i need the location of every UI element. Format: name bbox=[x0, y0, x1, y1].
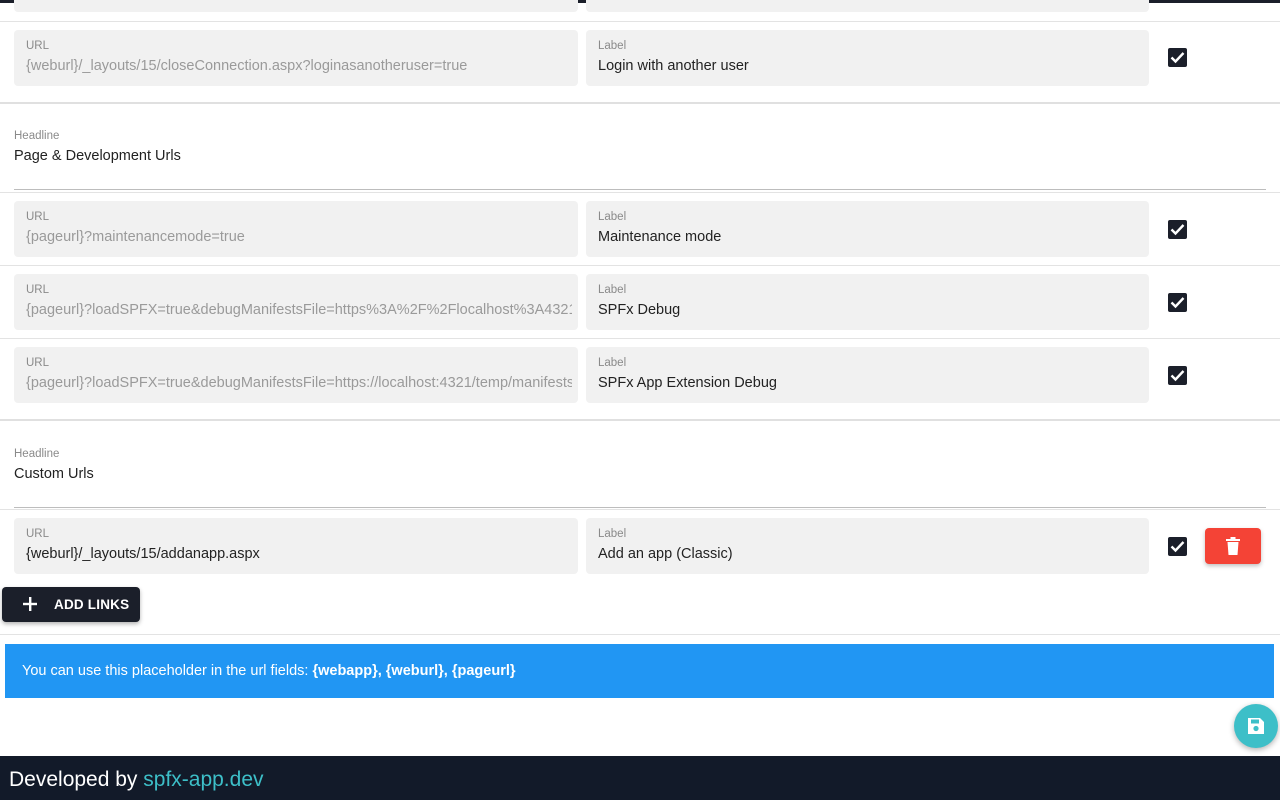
enabled-checkbox[interactable] bbox=[1168, 537, 1187, 556]
label-field-label: Label bbox=[598, 357, 627, 369]
url-field[interactable]: URL {pageurl}?maintenancemode=true bbox=[14, 201, 578, 257]
partial-label-field bbox=[586, 0, 1149, 12]
footer-link[interactable]: spfx-app.dev bbox=[143, 768, 263, 791]
section-divider bbox=[0, 419, 1280, 421]
footer-prefix: Developed by bbox=[9, 768, 144, 791]
label-field[interactable]: Label Maintenance mode bbox=[586, 201, 1149, 257]
url-field-value[interactable]: {pageurl}?loadSPFX=true&debugManifestsFi… bbox=[26, 375, 572, 391]
url-field-value[interactable]: {weburl}/_layouts/15/addanapp.aspx bbox=[26, 546, 572, 562]
footer-text: Developed by spfx-app.dev bbox=[9, 768, 264, 792]
url-field-label: URL bbox=[26, 40, 50, 52]
headline-field-label: Headline bbox=[14, 448, 60, 460]
checkbox-checked-icon bbox=[1170, 297, 1185, 309]
url-field-value[interactable]: {pageurl}?loadSPFX=true&debugManifestsFi… bbox=[26, 302, 572, 318]
enabled-checkbox[interactable] bbox=[1168, 293, 1187, 312]
label-field[interactable]: Label SPFx Debug bbox=[586, 274, 1149, 330]
label-field-value[interactable]: Login with another user bbox=[598, 58, 1143, 74]
plus-icon bbox=[23, 597, 37, 611]
section-divider bbox=[0, 102, 1280, 104]
headline-field-value[interactable]: Page & Development Urls bbox=[14, 148, 181, 164]
row-divider bbox=[0, 338, 1280, 339]
url-field[interactable]: URL {weburl}/_layouts/15/closeConnection… bbox=[14, 30, 578, 86]
footer: Developed by spfx-app.dev bbox=[0, 756, 1280, 800]
row-divider bbox=[0, 192, 1280, 193]
checkbox-checked-icon bbox=[1170, 224, 1185, 236]
label-field-label: Label bbox=[598, 40, 627, 52]
headline-field[interactable]: Headline Custom Urls bbox=[14, 448, 1266, 508]
label-field-value[interactable]: SPFx Debug bbox=[598, 302, 1143, 318]
url-field[interactable]: URL {pageurl}?loadSPFX=true&debugManifes… bbox=[14, 274, 578, 330]
info-placeholders: {webapp}, {weburl}, {pageurl} bbox=[312, 663, 516, 679]
enabled-checkbox[interactable] bbox=[1168, 48, 1187, 67]
add-links-label: ADD LINKS bbox=[54, 597, 130, 612]
url-field-label: URL bbox=[26, 528, 50, 540]
checkbox-checked-icon bbox=[1170, 541, 1185, 553]
headline-field[interactable]: Headline Page & Development Urls bbox=[14, 130, 1266, 190]
row-divider bbox=[0, 634, 1280, 635]
url-field[interactable]: URL {pageurl}?loadSPFX=true&debugManifes… bbox=[14, 347, 578, 403]
label-field-label: Label bbox=[598, 284, 627, 296]
info-text: You can use this placeholder in the url … bbox=[22, 663, 516, 679]
label-field-label: Label bbox=[598, 528, 627, 540]
partial-url-field bbox=[14, 0, 578, 12]
placeholder-info-banner: You can use this placeholder in the url … bbox=[5, 644, 1274, 698]
add-links-button[interactable]: ADD LINKS bbox=[2, 587, 140, 622]
label-field-label: Label bbox=[598, 211, 627, 223]
enabled-checkbox[interactable] bbox=[1168, 220, 1187, 239]
label-field-value[interactable]: Maintenance mode bbox=[598, 229, 1143, 245]
url-field-label: URL bbox=[26, 357, 50, 369]
trash-icon bbox=[1226, 537, 1240, 555]
label-field[interactable]: Label Add an app (Classic) bbox=[586, 518, 1149, 574]
label-field[interactable]: Label Login with another user bbox=[586, 30, 1149, 86]
headline-field-value[interactable]: Custom Urls bbox=[14, 466, 94, 482]
checkbox-checked-icon bbox=[1170, 370, 1185, 382]
row-divider bbox=[0, 509, 1280, 510]
url-field-label: URL bbox=[26, 284, 50, 296]
save-icon bbox=[1248, 718, 1264, 734]
label-field-value[interactable]: SPFx App Extension Debug bbox=[598, 375, 1143, 391]
headline-field-label: Headline bbox=[14, 130, 60, 142]
row-divider bbox=[0, 265, 1280, 266]
label-field[interactable]: Label SPFx App Extension Debug bbox=[586, 347, 1149, 403]
label-field-value[interactable]: Add an app (Classic) bbox=[598, 546, 1143, 562]
enabled-checkbox[interactable] bbox=[1168, 366, 1187, 385]
checkbox-checked-icon bbox=[1170, 52, 1185, 64]
url-field-value[interactable]: {weburl}/_layouts/15/closeConnection.asp… bbox=[26, 58, 572, 74]
partial-link-row bbox=[0, 0, 1280, 22]
url-field[interactable]: URL {weburl}/_layouts/15/addanapp.aspx bbox=[14, 518, 578, 574]
save-button[interactable] bbox=[1234, 704, 1278, 748]
url-field-label: URL bbox=[26, 211, 50, 223]
delete-link-button[interactable] bbox=[1205, 528, 1261, 564]
url-field-value[interactable]: {pageurl}?maintenancemode=true bbox=[26, 229, 572, 245]
info-text-prefix: You can use this placeholder in the url … bbox=[22, 663, 313, 679]
